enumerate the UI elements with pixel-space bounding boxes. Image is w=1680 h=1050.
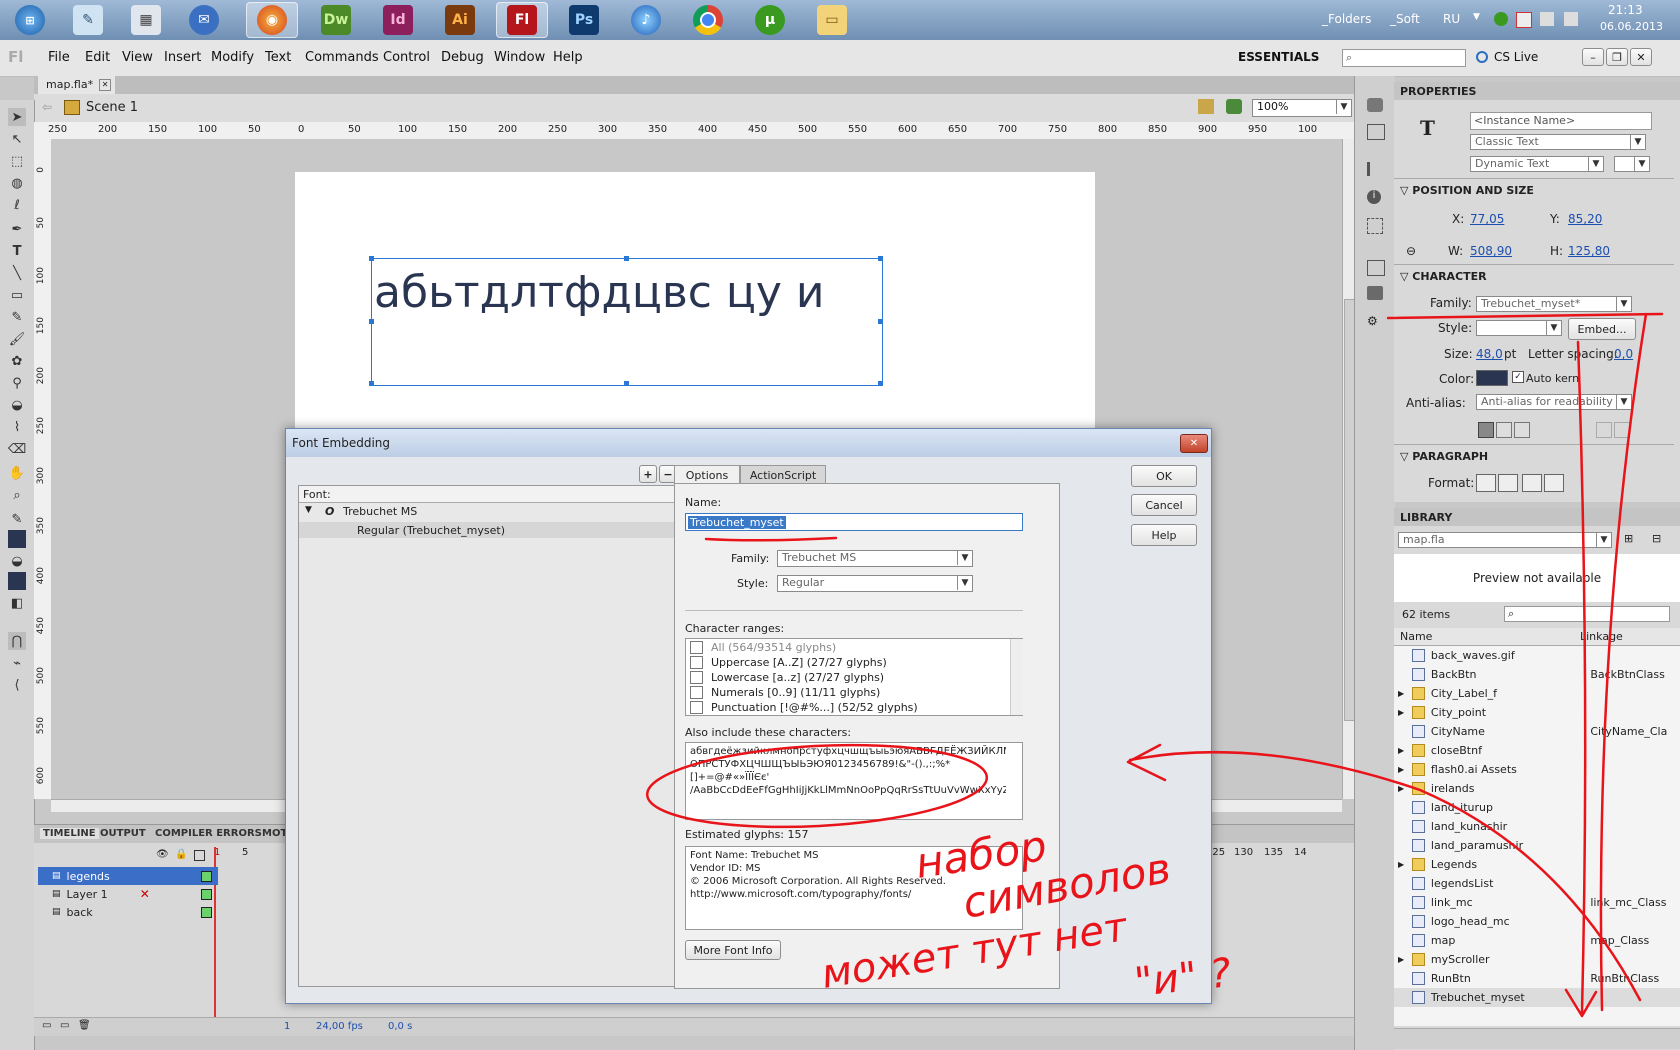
- underline-family-stroke: [1386, 312, 1664, 320]
- underline-stroke: [704, 536, 838, 542]
- down-arrow-stroke: [1564, 340, 1598, 1018]
- circle-stroke: [645, 743, 989, 829]
- annotation-line4: "и" ?: [1132, 950, 1233, 1006]
- annotation-overlay: набор символов может тут нет "и" ?: [645, 312, 1664, 1018]
- left-arrow-stroke: [1599, 312, 1648, 1012]
- arrow-head-stroke: [1126, 743, 1167, 782]
